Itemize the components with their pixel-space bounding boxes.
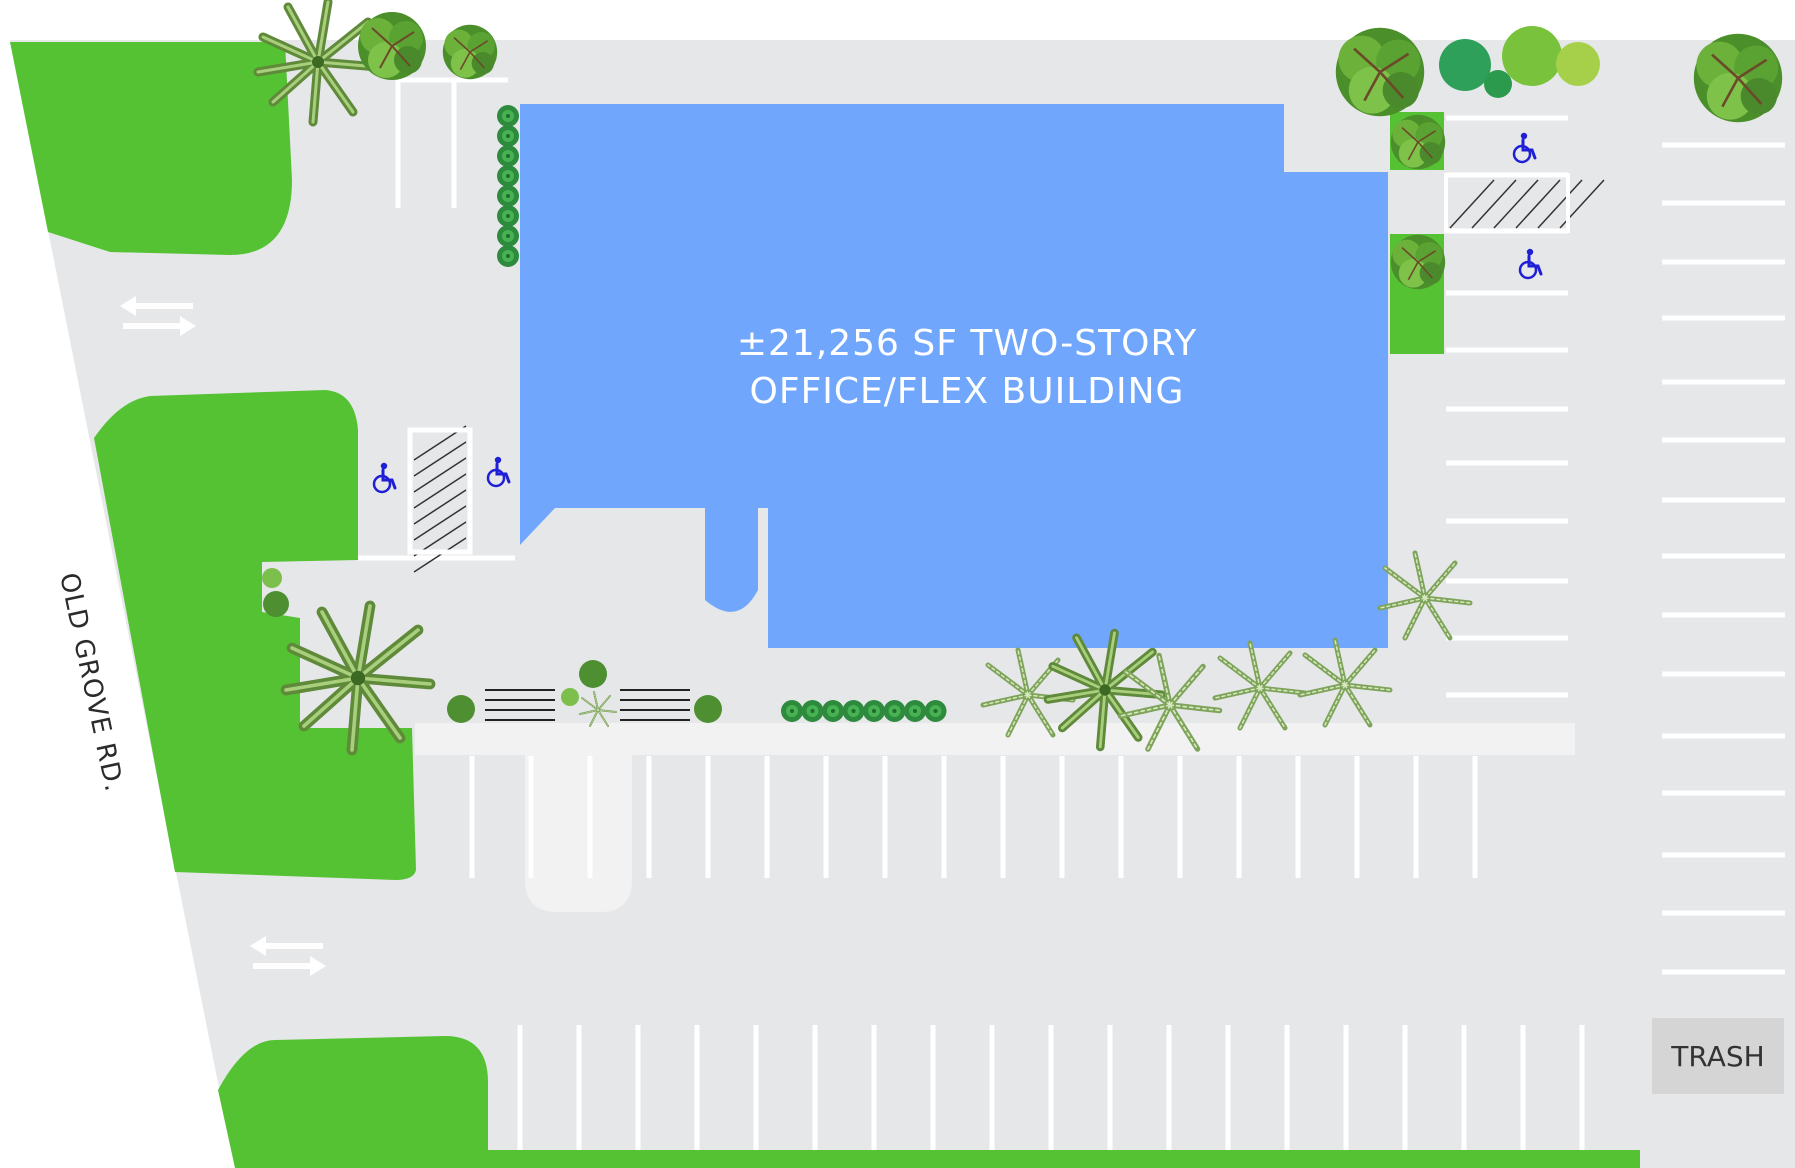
tree-icon (1390, 234, 1446, 291)
landscape-island-northwest (10, 42, 292, 255)
shrub-icon (1502, 26, 1562, 86)
shrub-icon (497, 225, 519, 247)
tree-icon (1334, 26, 1426, 118)
shrub-icon (1484, 70, 1512, 98)
shrub-icon (497, 145, 519, 167)
shrub-icon (822, 700, 844, 722)
shrub-icon (1439, 39, 1491, 91)
tree-icon (1390, 114, 1446, 170)
shrub-icon (497, 105, 519, 127)
shrub-icon (924, 700, 947, 722)
tree-icon (441, 23, 499, 80)
shrub-icon (497, 185, 519, 207)
shrub-icon (262, 568, 282, 588)
shrub-icon (842, 700, 865, 722)
site-plan-map: ±21,256 SF TWO-STORY OFFICE/FLEX BUILDIN… (10, 0, 1795, 1168)
building-label-line-2: OFFICE/FLEX BUILDING (750, 371, 1185, 412)
sidewalk-ramp (525, 755, 632, 912)
shrub-icon (561, 688, 579, 706)
shrub-icon (497, 165, 519, 187)
shrub-icon (694, 695, 722, 723)
shrub-icon (263, 591, 289, 617)
building-label-line-1: ±21,256 SF TWO-STORY (737, 323, 1197, 364)
tree-icon (357, 11, 427, 81)
shrub-icon (497, 205, 519, 227)
shrub-icon (863, 700, 885, 722)
shrub-icon (904, 700, 926, 722)
street-label-group: OLD GROVE RD. (53, 570, 129, 795)
trash-label: TRASH (1670, 1040, 1764, 1073)
shrub-icon (781, 700, 803, 722)
trash-enclosure: TRASH (1652, 1018, 1784, 1094)
tree-icon (1692, 32, 1784, 124)
shrub-icon (579, 660, 607, 688)
shrub-icon (447, 695, 475, 723)
street-name: OLD GROVE RD. (53, 570, 129, 795)
shrub-icon (497, 125, 519, 147)
sidewalk-front (415, 723, 1575, 755)
shrub-icon (497, 245, 519, 267)
shrub-icon (801, 700, 824, 722)
shrub-icon (883, 700, 906, 722)
shrub-icon (1556, 42, 1600, 86)
